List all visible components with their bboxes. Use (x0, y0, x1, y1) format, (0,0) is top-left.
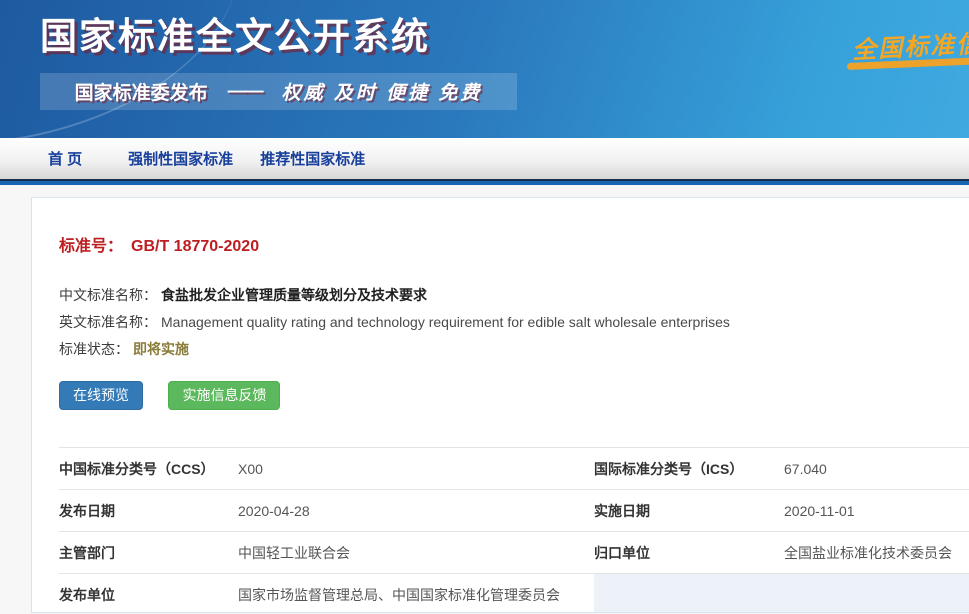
field-chinese-name-value: 食盐批发企业管理质量等级划分及技术要求 (161, 287, 427, 303)
meta-value-implement-date: 2020-11-01 (784, 490, 969, 532)
main-nav: 首 页 强制性国家标准 推荐性国家标准 (0, 138, 969, 179)
field-english-name: 英文标准名称：Management quality rating and tec… (59, 314, 969, 331)
slogan-publisher: 国家标准委发布 (75, 78, 208, 105)
field-standard-status-label: 标准状态： (59, 341, 129, 357)
field-chinese-name: 中文标准名称：食盐批发企业管理质量等级划分及技术要求 (59, 287, 969, 304)
meta-value-ccs: X00 (238, 448, 594, 490)
meta-value-competent-department: 中国轻工业联合会 (238, 532, 594, 574)
slogan-dash: —— (228, 81, 262, 103)
standard-number-value: GB/T 18770-2020 (131, 238, 259, 255)
header-swoosh-decoration (454, 0, 969, 138)
page-root: 国家标准全文公开系统 国家标准委发布 —— 权威 及时 便捷 免费 全国标准信 … (0, 0, 969, 613)
table-row: 中国标准分类号（CCS） X00 国际标准分类号（ICS） 67.040 (59, 448, 969, 490)
meta-label-publish-unit: 发布单位 (59, 574, 238, 614)
meta-label-implement-date: 实施日期 (594, 490, 784, 532)
field-english-name-label: 英文标准名称： (59, 314, 157, 330)
meta-label-competent-department: 主管部门 (59, 532, 238, 574)
standard-fields: 中文标准名称：食盐批发企业管理质量等级划分及技术要求 英文标准名称：Manage… (59, 287, 969, 358)
table-row: 发布日期 2020-04-28 实施日期 2020-11-01 (59, 490, 969, 532)
standard-number-label: 标准号： (59, 238, 123, 255)
content-area: 标准号： GB/T 18770-2020 中文标准名称：食盐批发企业管理质量等级划… (0, 185, 969, 613)
slogan-words: 权威 及时 便捷 免费 (282, 78, 483, 105)
nav-item-mandatory-standards[interactable]: 强制性国家标准 (128, 148, 233, 169)
status-badge: 即将实施 (133, 341, 189, 357)
standard-number-line: 标准号： GB/T 18770-2020 (59, 198, 969, 257)
online-preview-button[interactable]: 在线预览 (59, 381, 143, 410)
standard-meta-table: 中国标准分类号（CCS） X00 国际标准分类号（ICS） 67.040 发布日… (59, 447, 969, 613)
header-slogan-band: 国家标准委发布 —— 权威 及时 便捷 免费 (40, 73, 517, 110)
meta-label-ics: 国际标准分类号（ICS） (594, 448, 784, 490)
meta-value-publish-unit: 国家市场监督管理总局、中国国家标准化管理委员会 (238, 574, 594, 614)
site-title: 国家标准全文公开系统 (40, 6, 430, 60)
meta-value-ics: 67.040 (784, 448, 969, 490)
site-header: 国家标准全文公开系统 国家标准委发布 —— 权威 及时 便捷 免费 全国标准信 (0, 0, 969, 138)
table-row: 发布单位 国家市场监督管理总局、中国国家标准化管理委员会 (59, 574, 969, 614)
header-swoosh-decoration (335, 0, 969, 138)
meta-label-empty (594, 574, 784, 614)
table-row: 主管部门 中国轻工业联合会 归口单位 全国盐业标准化技术委员会 (59, 532, 969, 574)
nav-item-home[interactable]: 首 页 (48, 148, 82, 169)
meta-label-centralized-unit: 归口单位 (594, 532, 784, 574)
action-buttons: 在线预览 实施信息反馈 (59, 381, 969, 410)
nav-item-recommended-standards[interactable]: 推荐性国家标准 (260, 148, 365, 169)
meta-label-publish-date: 发布日期 (59, 490, 238, 532)
meta-value-centralized-unit: 全国盐业标准化技术委员会 (784, 532, 969, 574)
meta-value-empty (784, 574, 969, 614)
implementation-feedback-button[interactable]: 实施信息反馈 (168, 381, 280, 410)
field-chinese-name-label: 中文标准名称： (59, 287, 157, 303)
field-standard-status: 标准状态：即将实施 (59, 341, 969, 358)
meta-label-ccs: 中国标准分类号（CCS） (59, 448, 238, 490)
standard-detail-card: 标准号： GB/T 18770-2020 中文标准名称：食盐批发企业管理质量等级划… (31, 197, 969, 613)
field-english-name-value: Management quality rating and technology… (161, 314, 730, 330)
meta-value-publish-date: 2020-04-28 (238, 490, 594, 532)
